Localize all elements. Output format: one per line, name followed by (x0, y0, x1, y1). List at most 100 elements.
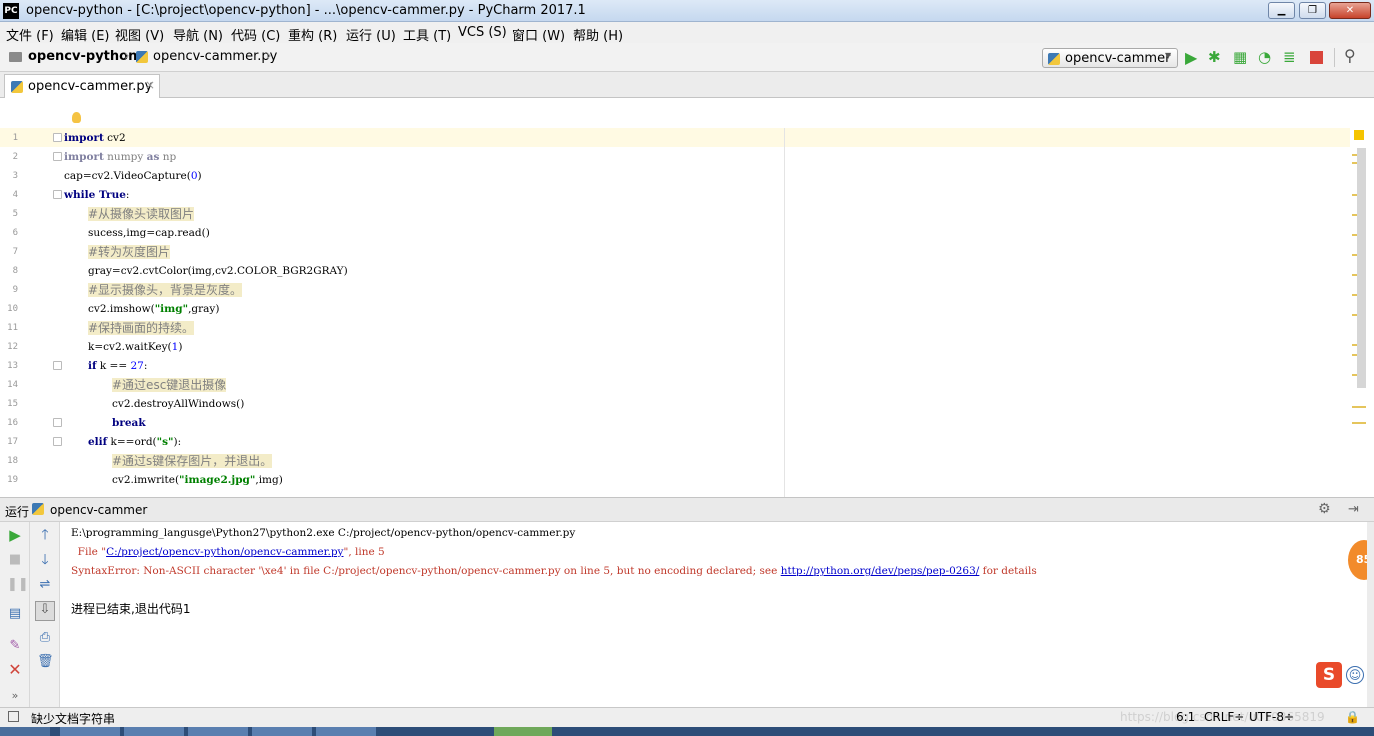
soft-wrap-icon[interactable]: ⇌ (37, 577, 53, 593)
code-line: #通过s键保存图片，并退出。 (112, 453, 273, 470)
gear-icon[interactable]: ⚙ (1318, 501, 1331, 517)
ime-logo-icon[interactable]: S (1316, 662, 1342, 688)
line-number: 12 (7, 342, 18, 352)
run-coverage-icon[interactable]: ▦ (1233, 48, 1247, 66)
code-line: cv2.imwrite("image2.jpg",img) (112, 474, 283, 486)
arrow-down-icon[interactable]: 🡓 (37, 552, 53, 568)
code-line: #显示摄像头，背景是灰度。 (88, 282, 243, 299)
tool-windows-icon[interactable] (8, 711, 19, 722)
fold-marker-icon[interactable] (53, 361, 62, 370)
pause-icon[interactable]: ❚❚ (7, 577, 29, 593)
trash-icon[interactable]: 🗑 (37, 654, 54, 670)
taskbar-item[interactable] (60, 727, 120, 736)
menu-navigate[interactable]: 导航 (N) (173, 25, 223, 44)
file-encoding[interactable]: UTF-8÷ (1249, 710, 1294, 724)
tab-opencv-cammer[interactable]: opencv-cammer.py × (4, 74, 160, 98)
tab-close-icon[interactable]: × (145, 78, 155, 92)
menu-code[interactable]: 代码 (C) (231, 25, 280, 44)
close-window-button[interactable]: ✕ (1329, 2, 1371, 19)
console-error: SyntaxError: Non-ASCII character '\xe4' … (71, 565, 1037, 577)
line-number: 17 (7, 437, 18, 447)
profile-icon[interactable]: ◔ (1258, 48, 1271, 66)
run-config-tab[interactable]: opencv-cammer (50, 503, 147, 517)
warning-status-icon[interactable] (1354, 130, 1364, 140)
console-output[interactable]: E:\programming_langusge\Python27\python2… (60, 522, 1374, 708)
line-number: 19 (7, 475, 18, 485)
menu-refactor[interactable]: 重构 (R) (288, 25, 337, 44)
fold-marker-icon[interactable] (53, 133, 62, 142)
taskbar-item-active[interactable] (494, 727, 552, 736)
code-line: #从摄像头读取图片 (88, 206, 195, 223)
warning-marker[interactable] (1352, 406, 1366, 408)
menu-edit[interactable]: 编辑 (E) (61, 25, 110, 44)
current-line-highlight (0, 128, 1350, 147)
restore-layout-icon[interactable]: ▤ (7, 606, 23, 622)
line-number: 3 (12, 171, 18, 181)
run-icon[interactable]: ▶ (1185, 48, 1197, 67)
code-line: import cv2 (64, 132, 126, 144)
warning-marker[interactable] (1352, 422, 1366, 424)
os-taskbar (0, 727, 1374, 736)
tab-label: opencv-cammer.py (28, 79, 153, 94)
menu-window[interactable]: 窗口 (W) (512, 25, 565, 44)
code-line: #保持画面的持续。 (88, 320, 195, 337)
code-editor[interactable]: 1 2 3 4 5 6 7 8 9 10 11 12 13 14 15 16 1… (0, 98, 1374, 497)
code-line: break (112, 417, 146, 429)
menu-file[interactable]: 文件 (F) (6, 25, 54, 44)
code-line: gray=cv2.cvtColor(img,cv2.COLOR_BGR2GRAY… (88, 265, 348, 277)
breadcrumb-project[interactable]: opencv-python (28, 49, 137, 64)
editor-top-gutter (0, 98, 1374, 128)
run-config-selector[interactable]: opencv-cammer ▼ (1042, 48, 1178, 68)
fold-marker-icon[interactable] (53, 190, 62, 199)
print-icon[interactable]: ⎙ (37, 630, 53, 646)
lock-icon[interactable]: 🔒 (1345, 710, 1360, 724)
smiley-icon[interactable]: ☺ (1346, 666, 1364, 684)
python-config-icon (32, 503, 44, 515)
menu-vcs[interactable]: VCS (S) (458, 25, 507, 40)
lightbulb-icon[interactable] (72, 112, 81, 123)
comment: #显示摄像头，背景是灰度。 (88, 283, 243, 297)
menu-run[interactable]: 运行 (U) (346, 25, 396, 44)
line-separator[interactable]: CRLF÷ (1204, 710, 1244, 724)
taskbar-item[interactable] (252, 727, 312, 736)
stop-disabled-icon[interactable]: ■ (7, 552, 23, 568)
menu-view[interactable]: 视图 (V) (115, 25, 164, 44)
stop-icon[interactable] (1310, 51, 1323, 64)
code-line: import numpy as np (64, 151, 177, 163)
menu-tools[interactable]: 工具 (T) (403, 25, 451, 44)
arrow-up-icon[interactable]: 🡑 (37, 527, 53, 543)
hide-panel-icon[interactable]: ⇥ (1348, 502, 1359, 517)
file-link[interactable]: C:/project/opencv-python/opencv-cammer.p… (106, 546, 343, 558)
minimize-button[interactable]: ▁ (1268, 2, 1295, 19)
comment: #转为灰度图片 (88, 245, 171, 259)
more-icon[interactable]: » (7, 688, 23, 704)
start-button[interactable] (0, 727, 50, 736)
rerun-icon[interactable]: ▶ (7, 527, 23, 543)
line-number: 11 (7, 323, 18, 333)
navigation-bar: opencv-python › opencv-cammer.py › openc… (0, 43, 1374, 72)
concurrency-icon[interactable]: ≣ (1283, 48, 1296, 66)
debug-icon[interactable]: ✱ (1208, 48, 1221, 66)
console-exit-message: 进程已结束,退出代码1 (71, 602, 191, 616)
taskbar-item[interactable] (124, 727, 184, 736)
code-line: cv2.destroyAllWindows() (112, 398, 245, 410)
search-icon[interactable]: ⚲ (1344, 46, 1356, 65)
taskbar-item[interactable] (188, 727, 248, 736)
console-scrollbar[interactable] (1367, 522, 1374, 708)
caret-position[interactable]: 6:1 (1176, 710, 1195, 724)
pin-tab-icon[interactable]: ✎ (7, 638, 23, 654)
run-toolbar-secondary: 🡑 🡓 ⇌ ⇩ ⎙ 🗑 (30, 522, 60, 708)
editor-scrollbar[interactable] (1357, 148, 1366, 388)
fold-marker-icon[interactable] (53, 418, 62, 427)
fold-marker-icon[interactable] (53, 152, 62, 161)
scroll-to-end-icon[interactable]: ⇩ (35, 601, 55, 621)
maximize-button[interactable]: ❐ (1299, 2, 1326, 19)
editor-tab-bar: opencv-cammer.py × (0, 72, 1374, 98)
breadcrumb-file[interactable]: opencv-cammer.py (153, 49, 277, 64)
fold-marker-icon[interactable] (53, 437, 62, 446)
line-number: 2 (12, 152, 18, 162)
taskbar-item[interactable] (316, 727, 376, 736)
menu-help[interactable]: 帮助 (H) (573, 25, 623, 44)
pep-link[interactable]: http://python.org/dev/peps/pep-0263/ (781, 565, 980, 577)
close-run-icon[interactable]: ✕ (7, 662, 23, 678)
